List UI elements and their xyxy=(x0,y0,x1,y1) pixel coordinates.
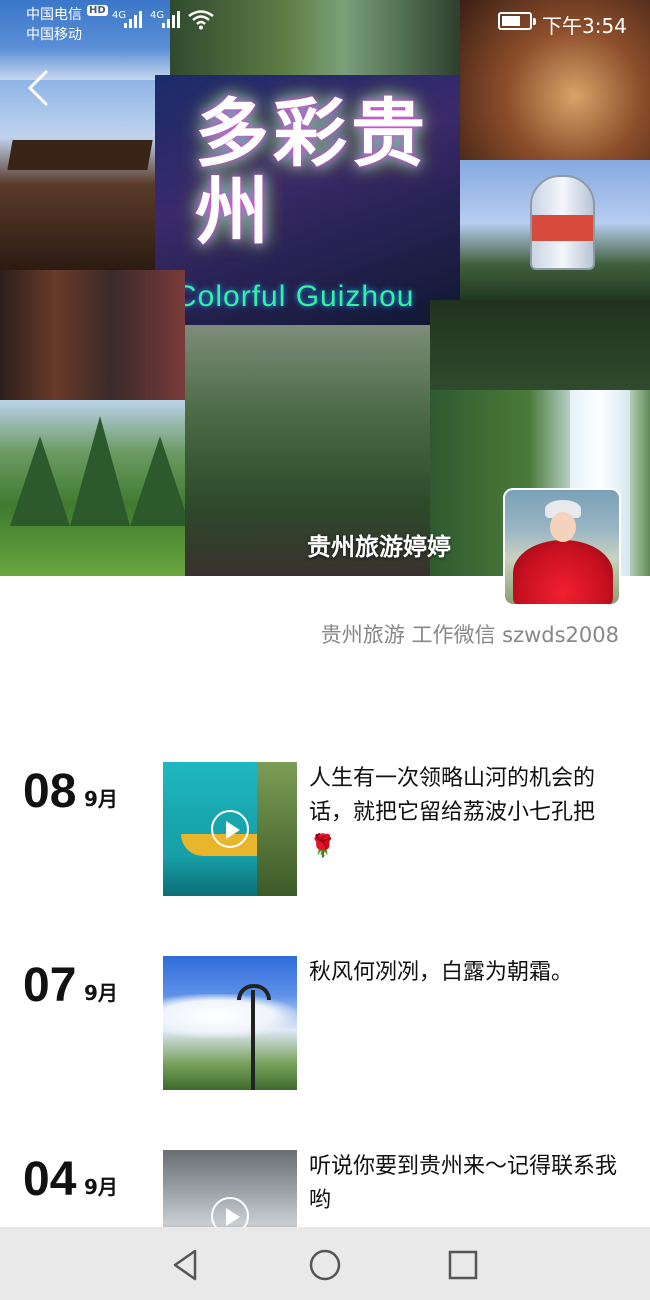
collage-house-tile xyxy=(0,80,155,270)
signal-icon xyxy=(124,10,148,28)
play-icon xyxy=(211,810,249,848)
collage-costume-tile xyxy=(0,270,185,400)
post-day: 07 xyxy=(23,959,77,1012)
post-image-thumbnail[interactable] xyxy=(163,956,297,1090)
avatar[interactable] xyxy=(503,488,621,606)
post-text[interactable]: 秋风何冽冽，白露为朝霜。 xyxy=(309,956,629,990)
carrier-2: 中国移动 xyxy=(26,27,82,43)
collage-forest-tile xyxy=(430,300,650,390)
post-month: 9月 xyxy=(84,1175,118,1199)
triangle-back-icon xyxy=(173,1249,197,1281)
post-text-body: 听说你要到贵州来～记得联系我哟 xyxy=(309,1154,618,1213)
rose-emoji: 🌹 xyxy=(309,834,337,859)
logo-title: 多彩贵州 xyxy=(195,91,429,255)
moment-post: 07 9月 秋风何冽冽，白露为朝霜。 xyxy=(0,956,650,1106)
battery-icon xyxy=(498,12,536,30)
post-month: 9月 xyxy=(84,787,118,811)
nav-recent-button[interactable] xyxy=(443,1245,483,1285)
post-day: 08 xyxy=(23,765,77,818)
collage-tower-tile xyxy=(460,160,650,300)
nav-home-button[interactable] xyxy=(305,1245,345,1285)
post-text-body: 人生有一次领略山河的机会的话，就把它留给荔波小七孔把 xyxy=(309,766,596,825)
collage-logo-tile: 多彩贵州 Colorful Guizhou xyxy=(155,75,460,330)
post-text[interactable]: 听说你要到贵州来～记得联系我哟 xyxy=(309,1150,629,1218)
karst-peak xyxy=(10,436,70,526)
post-text[interactable]: 人生有一次领略山河的机会的话，就把它留给荔波小七孔把 🌹 xyxy=(309,762,629,864)
hd-badge: HD xyxy=(87,5,108,16)
post-text-body: 秋风何冽冽，白露为朝霜。 xyxy=(309,960,574,985)
house-roof-shape xyxy=(7,140,153,170)
karst-peak xyxy=(70,416,130,526)
back-button[interactable] xyxy=(20,68,56,108)
carrier-1: 中国电信 xyxy=(26,7,82,23)
profile-signature: 贵州旅游 工作微信 szwds2008 xyxy=(320,623,619,647)
profile-name: 贵州旅游婷婷 xyxy=(307,533,451,561)
moment-post: 08 9月 人生有一次领略山河的机会的话，就把它留给荔波小七孔把 🌹 xyxy=(0,762,650,912)
wifi-icon xyxy=(188,10,214,30)
logo-subtitle: Colorful Guizhou xyxy=(175,280,415,313)
battery-fill xyxy=(502,16,520,26)
navigation-bar xyxy=(0,1227,650,1300)
clock: 下午3:54 xyxy=(542,14,627,38)
status-bar: 中国电信 中国移动 HD 4G 4G 下午3:54 xyxy=(0,0,650,48)
circle-home-icon xyxy=(309,1249,341,1281)
tower-shape xyxy=(530,175,595,270)
nav-back-button[interactable] xyxy=(165,1245,205,1285)
chevron-left-icon xyxy=(27,70,48,106)
karst-peak xyxy=(130,436,190,526)
square-recent-icon xyxy=(448,1250,478,1280)
post-video-thumbnail[interactable] xyxy=(163,762,297,896)
signal-icon xyxy=(162,10,186,28)
post-day: 04 xyxy=(23,1153,77,1206)
post-month: 9月 xyxy=(84,981,118,1005)
